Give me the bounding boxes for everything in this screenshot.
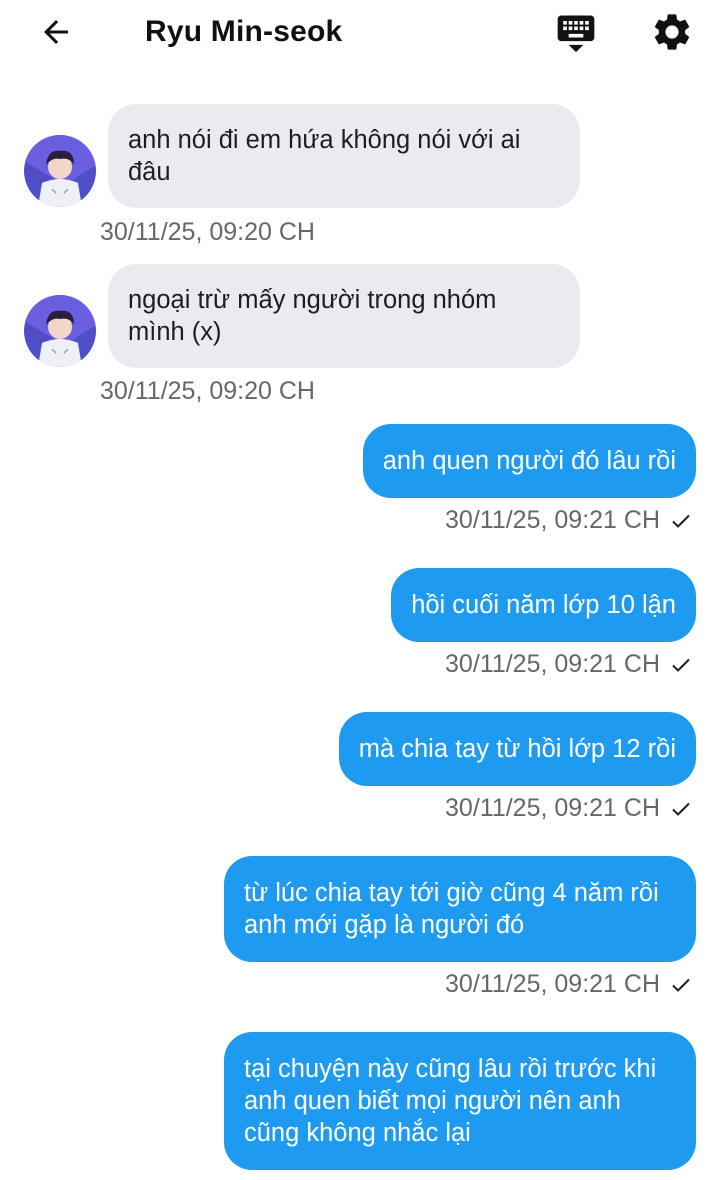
- message-timestamp: 30/11/25, 09:20 CH: [100, 377, 315, 405]
- incoming-message-bubble[interactable]: anh nói đi em hứa không nói với ai đâu: [108, 104, 580, 208]
- incoming-message-bubble[interactable]: ngoại trừ mấy người trong nhóm mình (x): [108, 264, 580, 368]
- contact-avatar[interactable]: [24, 295, 96, 367]
- keyboard-hide-icon: [557, 15, 595, 53]
- sent-check-icon: [672, 514, 690, 528]
- sent-check-icon: [672, 978, 690, 992]
- outgoing-message-bubble[interactable]: từ lúc chia tay tới giờ cũng 4 năm rồi a…: [224, 856, 696, 962]
- keyboard-hide-button[interactable]: [552, 8, 600, 56]
- outgoing-message-bubble[interactable]: tại chuyện này cũng lâu rồi trước khi an…: [224, 1032, 696, 1170]
- message-timestamp: 30/11/25, 09:20 CH: [100, 218, 315, 246]
- settings-button[interactable]: [648, 8, 696, 56]
- avatar-image: [24, 295, 96, 367]
- sent-check-icon: [672, 658, 690, 672]
- back-button[interactable]: [32, 12, 80, 52]
- avatar-image: [24, 135, 96, 207]
- outgoing-message-bubble[interactable]: anh quen người đó lâu rồi: [362, 424, 696, 498]
- message-timestamp: 30/11/25, 09:21 CH: [445, 970, 660, 998]
- outgoing-message-bubble[interactable]: mà chia tay từ hồi lớp 12 rồi: [338, 712, 696, 786]
- chat-header: Ryu Min-seok: [0, 0, 720, 64]
- message-timestamp: 30/11/25, 09:21 CH: [445, 650, 660, 678]
- sent-check-icon: [672, 802, 690, 816]
- message-timestamp: 30/11/25, 09:21 CH: [445, 506, 660, 534]
- contact-name: Ryu Min-seok: [145, 15, 343, 48]
- arrow-left-icon: [44, 20, 68, 44]
- outgoing-message-bubble[interactable]: hồi cuối năm lớp 10 lận: [391, 568, 696, 642]
- message-timestamp: 30/11/25, 09:21 CH: [445, 794, 660, 822]
- contact-avatar[interactable]: [24, 135, 96, 207]
- gear-icon: [654, 14, 690, 50]
